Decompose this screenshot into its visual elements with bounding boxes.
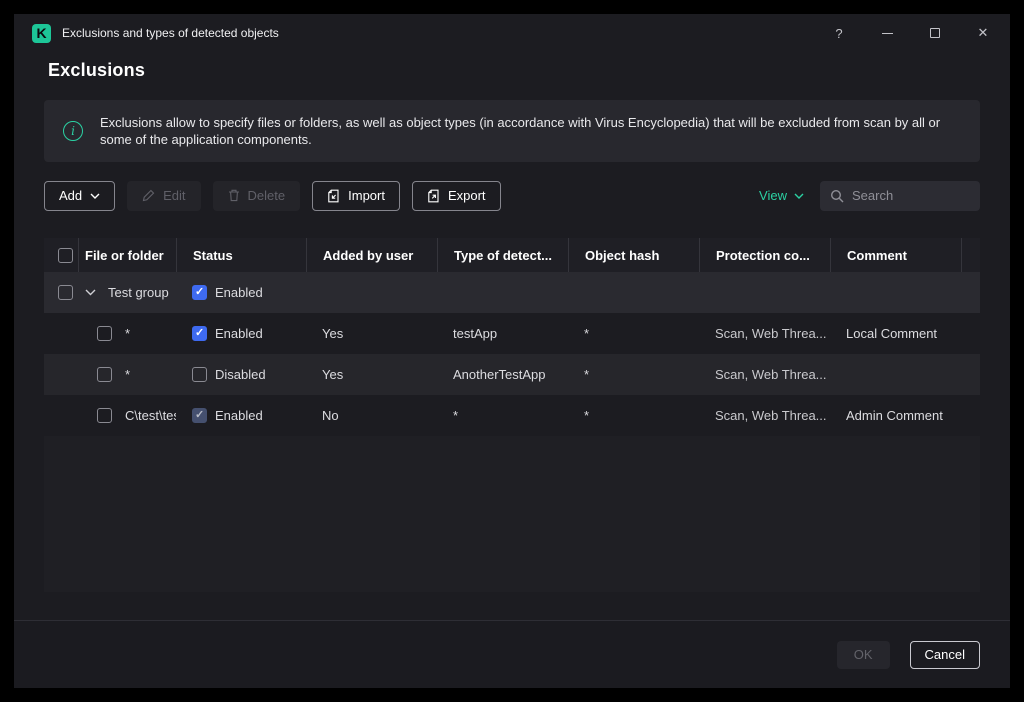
close-button[interactable]: ✕: [976, 25, 990, 40]
group-status-cell: Enabled: [176, 285, 306, 300]
column-header-protection[interactable]: Protection co...: [699, 238, 830, 272]
column-header-comment[interactable]: Comment: [830, 238, 961, 272]
import-icon: [328, 189, 339, 202]
row-hash: *: [584, 408, 590, 423]
row-hash: *: [584, 367, 590, 382]
group-name: Test group: [108, 285, 169, 300]
chevron-down-icon: [90, 193, 100, 199]
export-button-label: Export: [447, 188, 486, 203]
maximize-button[interactable]: [928, 26, 942, 40]
search-input[interactable]: [852, 188, 970, 203]
row-comment: Admin Comment: [846, 408, 943, 423]
row-select-checkbox[interactable]: [97, 367, 112, 382]
table-row[interactable]: C\test\tes... Enabled No * * Scan, Web T…: [44, 395, 980, 436]
search-icon: [830, 189, 844, 202]
exclusions-table: File or folder Status Added by user Type…: [44, 238, 980, 592]
row-type: *: [453, 408, 459, 423]
cancel-button[interactable]: Cancel: [909, 640, 980, 669]
column-header-type[interactable]: Type of detect...: [437, 238, 568, 272]
row-file: *: [125, 367, 131, 382]
column-header-status[interactable]: Status: [176, 238, 306, 272]
window-title: Exclusions and types of detected objects: [62, 26, 279, 40]
add-button[interactable]: Add: [44, 180, 116, 211]
minimize-icon: [881, 32, 893, 34]
chevron-down-icon: [794, 193, 804, 199]
row-added: No: [322, 408, 339, 423]
add-button-label: Add: [59, 188, 83, 203]
row-file: C\test\tes...: [125, 408, 176, 423]
row-status-label: Disabled: [215, 367, 266, 382]
group-status-label: Enabled: [215, 285, 263, 300]
app-window: K Exclusions and types of detected objec…: [14, 14, 1010, 688]
select-all-checkbox[interactable]: [58, 247, 73, 263]
export-button[interactable]: Export: [411, 180, 501, 211]
row-status-label: Enabled: [215, 326, 263, 341]
minimize-button[interactable]: [880, 26, 894, 40]
group-row[interactable]: Test group Enabled: [44, 272, 980, 313]
row-type: testApp: [453, 326, 498, 341]
delete-button[interactable]: Delete: [212, 180, 301, 211]
row-select-checkbox[interactable]: [97, 408, 112, 423]
row-status-checkbox[interactable]: [192, 326, 207, 341]
kaspersky-logo-icon: K: [32, 23, 51, 43]
toolbar: Add Edit Delete Import Export View: [44, 180, 980, 211]
column-header-added[interactable]: Added by user: [306, 238, 437, 272]
footer: OK Cancel: [14, 620, 1010, 688]
edit-button[interactable]: Edit: [127, 180, 201, 211]
edit-button-label: Edit: [163, 188, 186, 203]
row-status-checkbox[interactable]: [192, 367, 207, 382]
row-file: *: [125, 326, 131, 341]
table-row[interactable]: * Enabled Yes testApp * Scan, Web Threa.…: [44, 313, 980, 354]
page-title: Exclusions: [48, 60, 146, 80]
row-added: Yes: [322, 326, 344, 341]
row-status-label: Enabled: [215, 408, 263, 423]
import-button-label: Import: [348, 188, 385, 203]
table-row[interactable]: * Disabled Yes AnotherTestApp * Scan, We…: [44, 354, 980, 395]
view-dropdown[interactable]: View: [759, 188, 804, 203]
delete-button-label: Delete: [247, 188, 286, 203]
import-button[interactable]: Import: [312, 180, 400, 211]
ok-button[interactable]: OK: [836, 640, 890, 669]
column-header-filler: [961, 238, 980, 272]
maximize-icon: [930, 28, 940, 38]
row-comment: Local Comment: [846, 326, 938, 341]
title-bar: K Exclusions and types of detected objec…: [14, 14, 1010, 52]
column-header-file[interactable]: File or folder: [78, 238, 176, 272]
column-header-hash[interactable]: Object hash: [568, 238, 699, 272]
info-icon: [63, 121, 83, 141]
trash-icon: [228, 189, 239, 202]
row-status-checkbox[interactable]: [192, 408, 207, 423]
row-hash: *: [584, 326, 590, 341]
row-protection: Scan, Web Threa...: [715, 367, 827, 382]
info-banner-text: Exclusions allow to specify files or fol…: [100, 115, 941, 147]
row-select-checkbox[interactable]: [97, 326, 112, 341]
view-label: View: [759, 188, 787, 203]
row-protection: Scan, Web Threa...: [715, 408, 827, 423]
chevron-down-icon[interactable]: [85, 289, 96, 296]
export-icon: [428, 189, 439, 202]
row-type: AnotherTestApp: [453, 367, 546, 382]
group-select-checkbox[interactable]: [58, 285, 73, 300]
table-header: File or folder Status Added by user Type…: [44, 238, 980, 272]
search-box: [820, 180, 980, 211]
row-protection: Scan, Web Threa...: [715, 326, 827, 341]
group-status-checkbox[interactable]: [192, 285, 207, 300]
row-added: Yes: [322, 367, 344, 382]
info-banner: Exclusions allow to specify files or fol…: [44, 100, 980, 162]
pencil-icon: [142, 189, 155, 202]
help-button[interactable]: ?: [832, 26, 846, 41]
